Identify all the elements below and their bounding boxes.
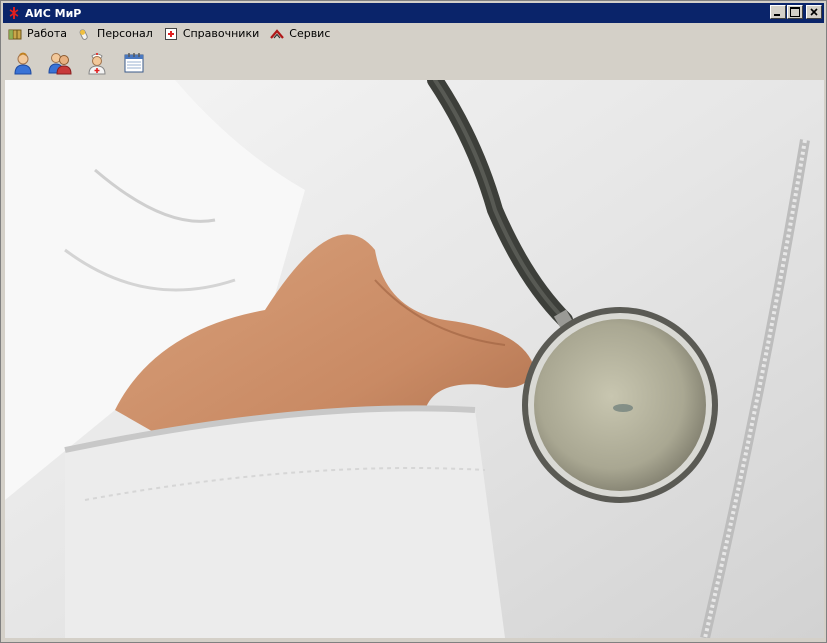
app-window: АИС МиР Работа Персонал Справочники Серв… <box>0 0 827 643</box>
calendar-icon <box>124 53 144 73</box>
first-aid-book-icon <box>163 26 179 42</box>
tools-icon <box>269 26 285 42</box>
menu-staff[interactable]: Персонал <box>73 24 159 43</box>
menu-work[interactable]: Работа <box>3 24 73 43</box>
toolbar <box>3 46 824 80</box>
nurse-icon <box>88 53 106 75</box>
close-icon <box>810 8 818 16</box>
pill-icon <box>77 26 93 42</box>
menu-service-label: Сервис <box>289 27 331 40</box>
title-bar[interactable]: АИС МиР <box>3 3 824 23</box>
menu-bar: Работа Персонал Справочники Сервис <box>3 24 824 43</box>
patient-icon <box>14 52 32 75</box>
toolbar-calendar-button[interactable] <box>117 46 151 80</box>
maximize-button[interactable] <box>787 5 803 19</box>
maximize-icon <box>790 7 800 17</box>
toolbar-staff-group-button[interactable] <box>43 46 77 80</box>
map-icon <box>7 26 23 42</box>
doctor-coat-illustration <box>5 80 824 638</box>
minimize-button[interactable] <box>770 5 786 19</box>
background-image-doctor-coat <box>5 80 824 638</box>
menu-directories-label: Справочники <box>182 27 260 40</box>
staff-group-icon <box>48 53 72 75</box>
toolbar-patient-button[interactable] <box>6 46 40 80</box>
app-logo-icon <box>6 5 22 21</box>
menu-service[interactable]: Сервис <box>265 24 336 43</box>
menu-work-label: Работа <box>27 27 68 40</box>
window-controls <box>769 5 822 19</box>
menu-directories[interactable]: Справочники <box>159 24 265 43</box>
window-bottom-border <box>3 639 824 642</box>
toolbar-nurse-button[interactable] <box>80 46 114 80</box>
window-title: АИС МиР <box>25 6 82 20</box>
close-button[interactable] <box>806 5 822 19</box>
minimize-icon <box>774 14 780 16</box>
menu-staff-label: Персонал <box>97 27 153 40</box>
